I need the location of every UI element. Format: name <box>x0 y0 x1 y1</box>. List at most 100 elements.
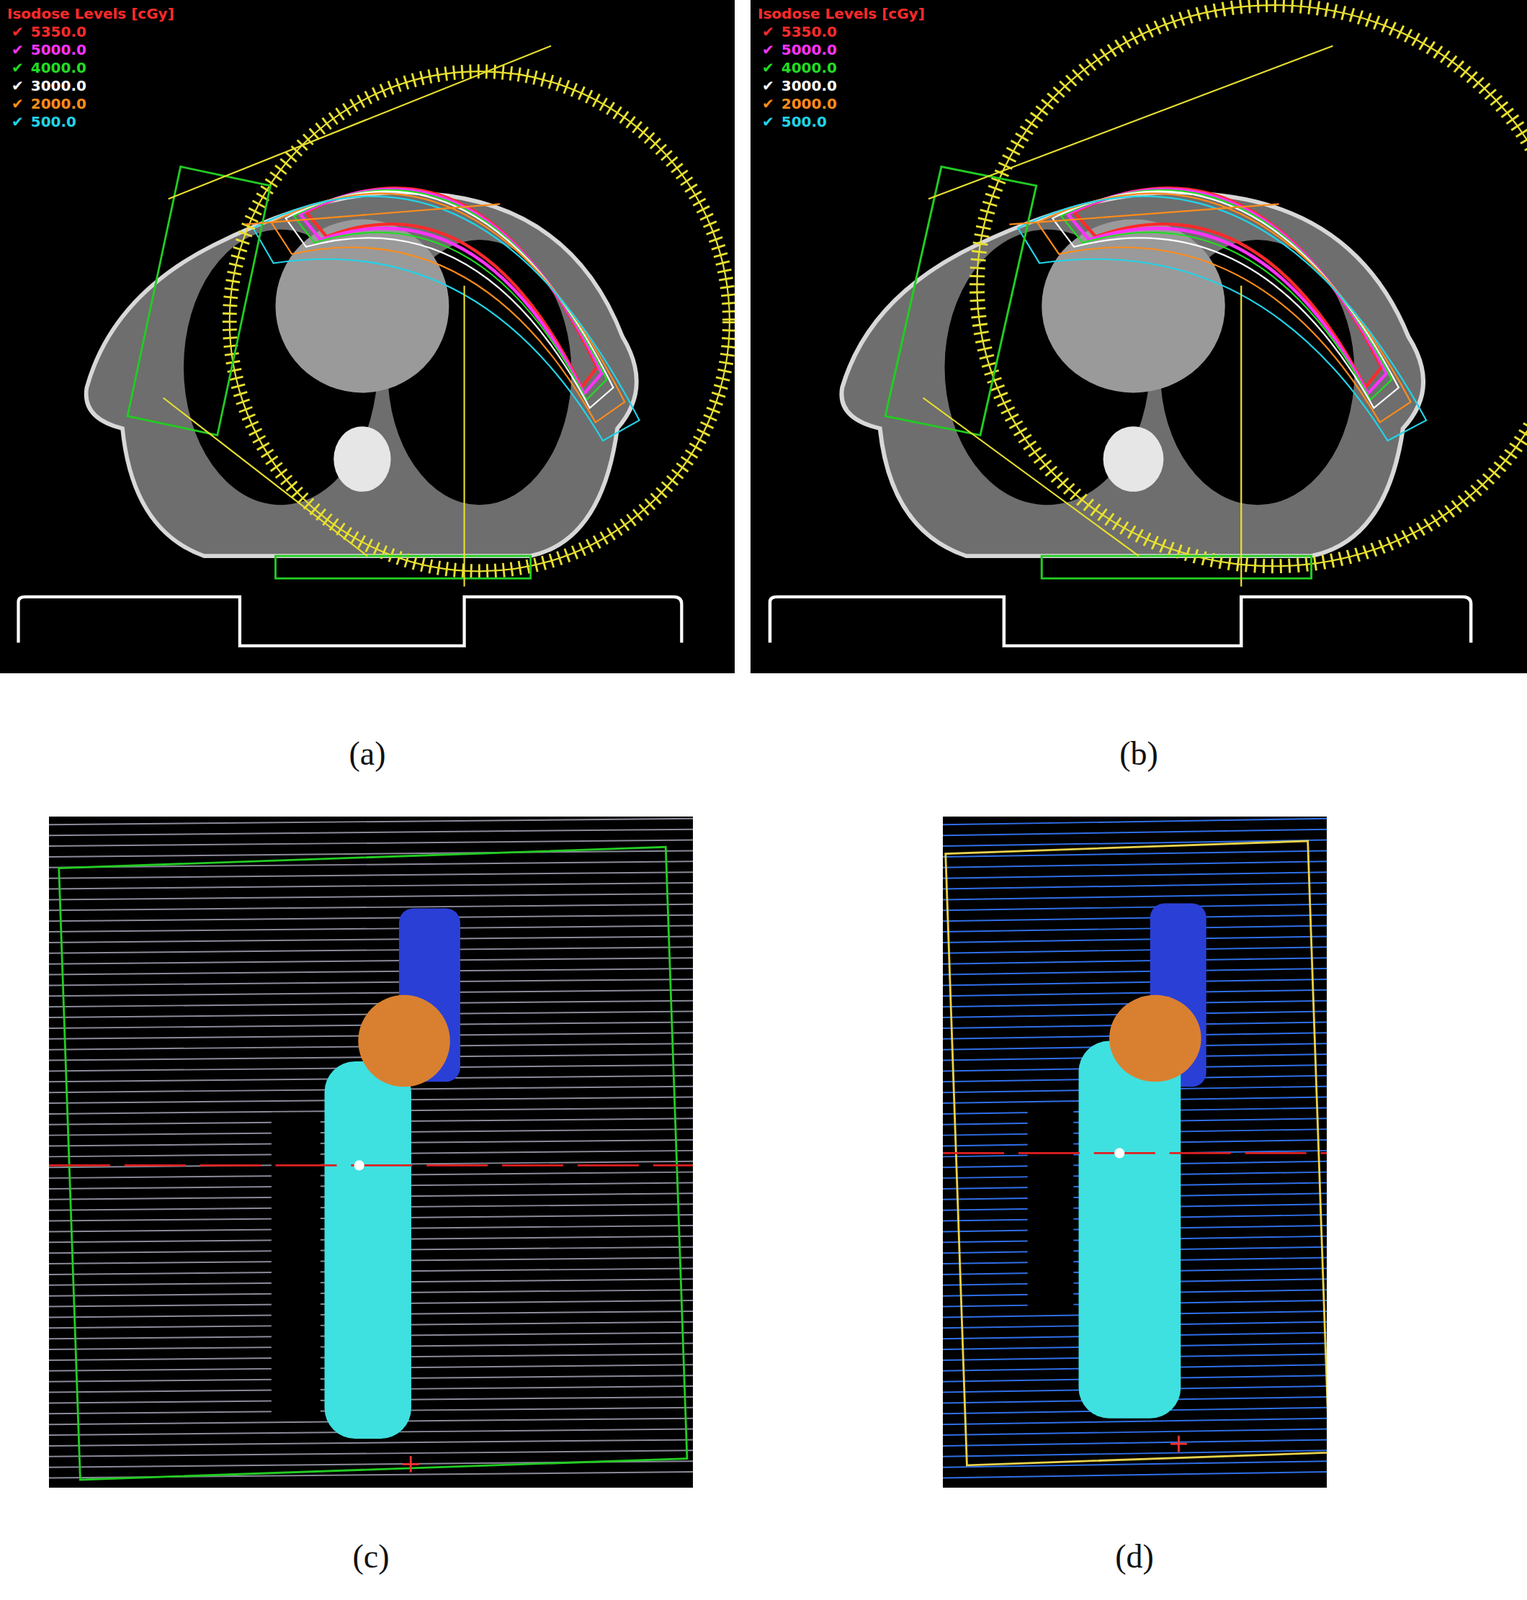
legend-row[interactable]: ✔ 3000.0 <box>7 77 175 95</box>
legend-row[interactable]: ✔ 5000.0 <box>757 41 925 59</box>
isodose-curve <box>285 191 614 409</box>
leaf-gap <box>271 1112 321 1419</box>
check-icon[interactable]: ✔ <box>11 77 24 95</box>
ct-slice <box>0 0 735 674</box>
figure: Isodose Levels [cGy]✔5350.0✔5000.0✔4000.… <box>0 0 1527 1580</box>
mlc-leaf <box>48 872 693 879</box>
check-icon[interactable]: ✔ <box>762 95 775 113</box>
mlc-leaf <box>942 829 1327 836</box>
mlc-leaf <box>942 957 1327 964</box>
figure-panel: (d) <box>741 816 1527 1580</box>
spine <box>1103 426 1164 492</box>
check-icon[interactable]: ✔ <box>762 23 775 41</box>
check-icon[interactable]: ✔ <box>11 41 24 59</box>
orange-structure <box>1109 995 1202 1082</box>
cyan-structure <box>1078 1041 1181 1419</box>
level-value: 2000.0 <box>781 95 837 113</box>
mlc-leaf <box>48 937 693 943</box>
level-value: 4000.0 <box>30 59 87 77</box>
mlc-leaf <box>942 979 1327 986</box>
couch <box>18 597 683 647</box>
level-value: 5000.0 <box>781 41 837 59</box>
legend-row[interactable]: ✔4000.0 <box>757 59 925 77</box>
mlc-leaf <box>942 883 1327 889</box>
mlc-leaf <box>48 883 693 889</box>
mlc-leaf <box>48 1440 693 1447</box>
mlc-view <box>942 816 1327 1489</box>
panel-caption: (b) <box>1113 731 1164 777</box>
isodose-legend: Isodose Levels [cGy]✔5350.0✔5000.0✔4000.… <box>7 5 175 131</box>
couch <box>769 597 1471 647</box>
isodose-curve <box>252 196 639 441</box>
isodose-curve <box>293 190 607 400</box>
leaf-gap <box>1027 1107 1074 1307</box>
level-value: 5350.0 <box>781 23 837 41</box>
legend-row[interactable]: ✔ 2000.0 <box>757 95 925 113</box>
mlc-leaf <box>48 851 693 858</box>
level-value: 5000.0 <box>30 41 87 59</box>
beams-eye-view <box>48 816 693 1489</box>
legend-title: Isodose Levels [cGy] <box>757 5 925 23</box>
body-outline <box>86 192 637 557</box>
level-value: 500.0 <box>30 113 77 131</box>
check-icon[interactable]: ✔ <box>11 23 24 41</box>
mlc-leaf <box>48 840 693 847</box>
mlc-leaf <box>942 915 1327 922</box>
legend-row[interactable]: ✔ 500.0 <box>7 113 175 131</box>
isodose-curve <box>1060 190 1392 400</box>
legend-row[interactable]: ✔ 5350.0 <box>7 23 175 41</box>
check-icon[interactable]: ✔ <box>762 113 775 131</box>
mlc-leaf <box>48 904 693 911</box>
level-value: 5350.0 <box>30 23 87 41</box>
check-icon[interactable]: ✔ <box>11 95 24 113</box>
panel-caption: (c) <box>346 1534 395 1580</box>
mlc-leaf <box>48 818 693 825</box>
mlc-leaf <box>942 862 1327 868</box>
field-outline <box>885 166 1037 436</box>
orange-structure <box>357 995 451 1087</box>
isodose-legend: Isodose Levels [cGy]✔5350.0✔5000.0✔4000.… <box>757 5 925 131</box>
isocenter-line <box>942 1152 1327 1155</box>
isocenter-line <box>48 1164 693 1167</box>
mlc-view <box>48 816 693 1489</box>
mlc-leaf <box>48 893 693 900</box>
isodose-curve <box>1017 196 1427 441</box>
mlc-leaf <box>942 818 1327 825</box>
panel-caption: (d) <box>1109 1534 1160 1580</box>
dose-distribution-view: Isodose Levels [cGy]✔5350.0✔5000.0✔4000.… <box>750 0 1527 674</box>
mlc-leaf <box>48 829 693 836</box>
figure-panel: Isodose Levels [cGy]✔5350.0✔5000.0✔4000.… <box>0 0 735 777</box>
legend-row[interactable]: ✔ 5000.0 <box>7 41 175 59</box>
check-icon[interactable]: ✔ <box>762 77 775 95</box>
mlc-leaf <box>942 1472 1327 1479</box>
check-icon[interactable]: ✔ <box>11 59 24 77</box>
mlc-leaf <box>942 872 1327 879</box>
legend-row[interactable]: ✔3000.0 <box>757 77 925 95</box>
arc-ring <box>229 71 730 572</box>
spine <box>333 426 391 492</box>
mlc-leaf <box>48 1001 693 1007</box>
mlc-leaf <box>942 947 1327 953</box>
level-value: 2000.0 <box>30 95 87 113</box>
arc-ring <box>976 5 1527 567</box>
legend-row[interactable]: ✔ 4000.0 <box>7 59 175 77</box>
field-frame <box>59 847 688 1481</box>
legend-row[interactable]: ✔ 2000.0 <box>7 95 175 113</box>
mlc-leaf <box>942 1418 1327 1425</box>
mlc-leaf <box>942 926 1327 933</box>
beams-eye-view <box>942 816 1327 1489</box>
legend-row[interactable]: ✔ 5350.0 <box>757 23 925 41</box>
check-icon[interactable]: ✔ <box>762 41 775 59</box>
figure-panel: (c) <box>0 816 742 1580</box>
legend-row[interactable]: ✔ 500.0 <box>757 113 925 131</box>
ct-slice <box>750 0 1527 674</box>
mlc-leaf <box>942 893 1327 900</box>
level-value: 500.0 <box>781 113 827 131</box>
panel-caption: (a) <box>342 731 392 777</box>
check-icon[interactable]: ✔ <box>762 59 775 77</box>
isodose-curve <box>1052 191 1399 409</box>
figure-panel: Isodose Levels [cGy]✔5350.0✔5000.0✔4000.… <box>750 0 1527 777</box>
mlc-leaf <box>942 990 1327 997</box>
level-value: 3000.0 <box>30 77 87 95</box>
check-icon[interactable]: ✔ <box>11 113 24 131</box>
